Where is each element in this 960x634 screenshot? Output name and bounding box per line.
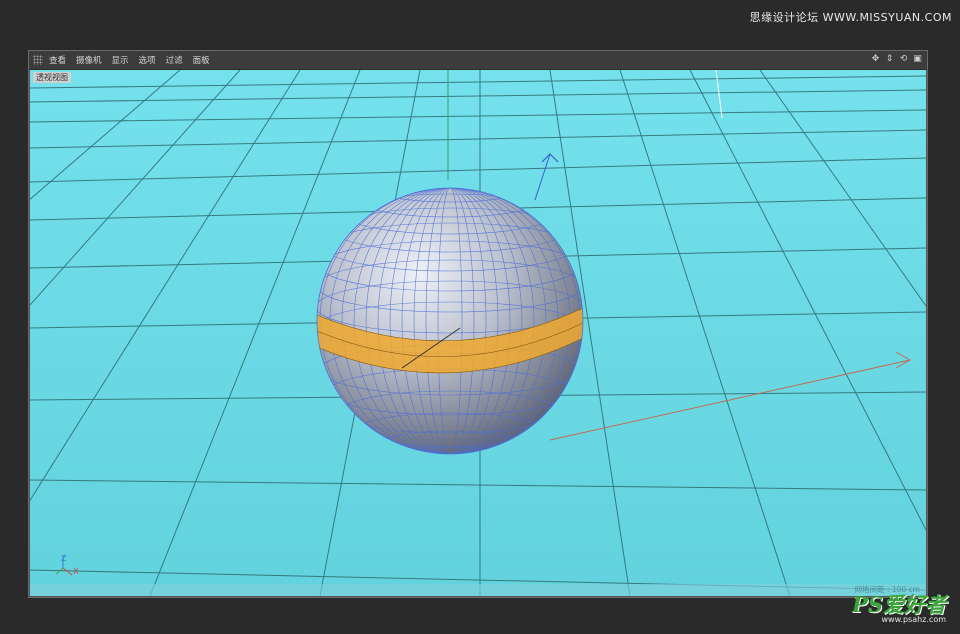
site-logo: PS爱好者 www.psahz.com [852, 589, 946, 624]
scene-canvas [30, 70, 926, 596]
viewport-status-bar [30, 584, 926, 596]
rotate-icon[interactable]: ⟲ [898, 53, 909, 65]
watermark-text: 思缘设计论坛 WWW.MISSYUAN.COM [749, 11, 952, 24]
perspective-viewport[interactable]: 透视视图 Z X 网格间距 : 100 cm [30, 70, 926, 596]
axis-x-label: X [73, 567, 79, 576]
move-icon[interactable]: ✥ [870, 53, 881, 65]
view-name-label[interactable]: 透视视图 [33, 72, 71, 83]
navigation-icons: ✥ ⇕ ⟲ ▣ [870, 53, 923, 65]
menu-camera[interactable]: 摄像机 [76, 54, 102, 66]
zoom-icon[interactable]: ⇕ [884, 53, 895, 65]
viewport-panel: 查看 摄像机 显示 选项 过滤 面板 ✥ ⇕ ⟲ ▣ 透视视图 Z X 网格间距… [28, 50, 928, 598]
maximize-icon[interactable]: ▣ [912, 53, 923, 65]
grip-handle-icon[interactable] [33, 55, 43, 65]
viewport-menubar: 查看 摄像机 显示 选项 过滤 面板 ✥ ⇕ ⟲ ▣ [29, 51, 927, 70]
menu-display[interactable]: 显示 [112, 54, 129, 66]
menu-view[interactable]: 查看 [49, 54, 66, 66]
menu-panel[interactable]: 面板 [193, 54, 210, 66]
menu-options[interactable]: 选项 [139, 54, 156, 66]
axis-z-label: Z [61, 554, 67, 563]
menu-filter[interactable]: 过滤 [166, 54, 183, 66]
